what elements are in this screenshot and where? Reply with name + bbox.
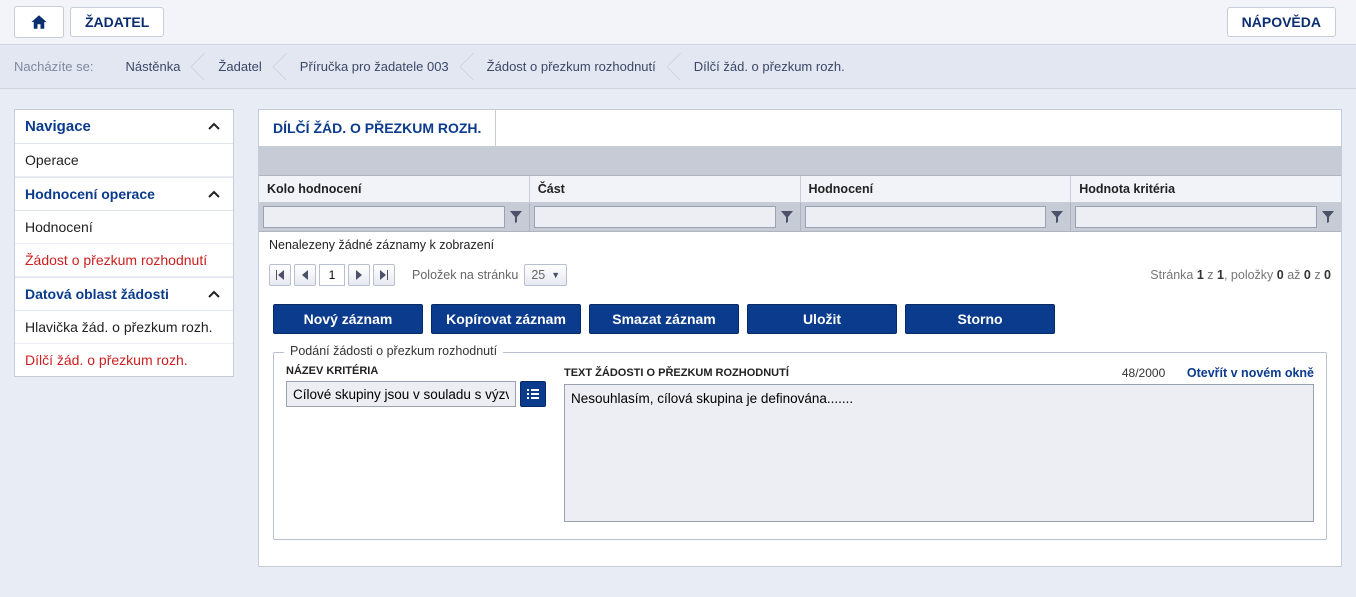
sidebar-item-operations[interactable]: Operace [15,144,233,177]
home-button[interactable] [14,6,64,38]
no-records-text: Nenalezeny žádné záznamy k zobrazení [259,232,1341,258]
action-bar: Nový záznam Kopírovat záznam Smazat zázn… [259,292,1341,338]
sidebar-nav-header[interactable]: Navigace [15,110,233,144]
pager-first-button[interactable] [269,264,291,286]
sidebar-eval-header[interactable]: Hodnocení operace [15,177,233,211]
per-page-select[interactable]: 25 ▼ [524,264,567,286]
filter-icon[interactable] [1048,206,1066,228]
text-label: TEXT ŽÁDOSTI O PŘEZKUM ROZHODNUTÍ [564,367,789,379]
new-record-button[interactable]: Nový záznam [273,304,423,334]
sidebar-item-prezkum[interactable]: Žádost o přezkum rozhodnutí [15,244,233,277]
sidebar-item-dilci[interactable]: Dílčí žád. o přezkum rozh. [15,344,233,376]
breadcrumb-item[interactable]: Dílčí žád. o přezkum rozh. [674,53,863,80]
pager-prev-button[interactable] [294,264,316,286]
sidebar-data-title: Datová oblast žádosti [25,286,169,302]
grid-col-hodnoceni[interactable]: Hodnocení [801,176,1072,202]
sidebar-data-header[interactable]: Datová oblast žádosti [15,277,233,311]
sidebar-eval-title: Hodnocení operace [25,186,155,202]
per-page-label: Položek na stránku [412,268,518,282]
criterion-input[interactable] [286,381,516,407]
fieldset-legend: Podání žádosti o přezkum rozhodnutí [284,344,503,358]
grid-col-cast[interactable]: Část [530,176,801,202]
copy-record-button[interactable]: Kopírovat záznam [431,304,581,334]
filter-icon[interactable] [1319,206,1337,228]
help-button[interactable]: NÁPOVĚDA [1227,7,1336,37]
page-title: DÍLČÍ ŽÁD. O PŘEZKUM ROZH. [259,110,496,146]
breadcrumb-label: Nacházíte se: [14,59,94,74]
pager-page-input[interactable] [319,264,345,286]
topbar: ŽADATEL NÁPOVĚDA [0,0,1356,45]
breadcrumb-item[interactable]: Žádost o přezkum rozhodnutí [467,53,674,80]
filter-icon[interactable] [778,206,796,228]
filter-cast-input[interactable] [534,206,776,228]
filter-kolo-input[interactable] [263,206,505,228]
request-text-textarea[interactable] [564,384,1314,522]
chevron-up-icon [207,186,223,202]
breadcrumb-item[interactable]: Příručka pro žadatele 003 [280,53,467,80]
save-button[interactable]: Uložit [747,304,897,334]
chevron-down-icon: ▼ [551,270,560,280]
grid-col-hodnota[interactable]: Hodnota kritéria [1071,176,1341,202]
sidebar-item-hlavicka[interactable]: Hlavička žád. o přezkum rozh. [15,311,233,344]
home-icon [29,13,49,31]
pager: Položek na stránku 25 ▼ Stránka 1 z 1, p… [259,258,1341,292]
list-icon [526,387,540,401]
breadcrumb-item[interactable]: Nástěnka [106,53,199,80]
applicant-button[interactable]: ŽADATEL [70,7,164,37]
sidebar-item-hodnoceni[interactable]: Hodnocení [15,211,233,244]
pager-next-button[interactable] [348,264,370,286]
delete-record-button[interactable]: Smazat záznam [589,304,739,334]
data-grid: Kolo hodnocení Část Hodnocení Hodnota kr… [259,147,1341,292]
cancel-button[interactable]: Storno [905,304,1055,334]
filter-hodnota-input[interactable] [1075,206,1317,228]
pager-last-button[interactable] [373,264,395,286]
criterion-label: NÁZEV KRITÉRIA [286,365,546,377]
char-count: 48/2000 [1122,366,1165,380]
filter-hodnoceni-input[interactable] [805,206,1047,228]
pager-info: Stránka 1 z 1, položky 0 až 0 z 0 [1150,268,1331,282]
breadcrumb-item[interactable]: Žadatel [198,53,279,80]
chevron-up-icon [207,286,223,302]
sidebar: Navigace Operace Hodnocení operace Hodno… [14,109,234,387]
open-new-window-link[interactable]: Otevřít v novém okně [1187,366,1314,380]
sidebar-nav-title: Navigace [25,118,91,135]
chevron-up-icon [207,118,223,135]
form-fieldset: Podání žádosti o přezkum rozhodnutí NÁZE… [273,352,1327,540]
grid-col-kolo[interactable]: Kolo hodnocení [259,176,530,202]
breadcrumb: Nacházíte se: Nástěnka Žadatel Příručka … [0,45,1356,89]
main-panel: DÍLČÍ ŽÁD. O PŘEZKUM ROZH. Kolo hodnocen… [258,109,1342,567]
list-picker-button[interactable] [520,381,546,407]
filter-icon[interactable] [507,206,525,228]
